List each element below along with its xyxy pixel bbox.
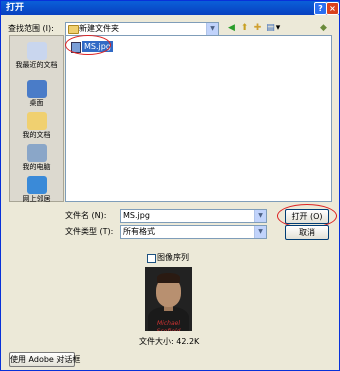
filetype-label: 文件类型 (T): [65, 227, 114, 236]
my-computer-icon [26, 144, 47, 162]
view-menu-arrow-icon[interactable]: ▾ [275, 23, 281, 34]
folder-icon [68, 25, 79, 34]
look-in-dropdown[interactable]: 新建文件夹 ▼ [65, 22, 219, 36]
filename-value: MS.jpg [123, 211, 150, 220]
chevron-down-icon[interactable]: ▼ [254, 210, 266, 222]
place-recent-documents[interactable]: 我最近的文档 [10, 42, 63, 70]
place-desktop[interactable]: 桌面 [10, 80, 63, 108]
filename-label: 文件名 (N): [65, 211, 107, 220]
network-places-icon [26, 176, 47, 194]
place-label: 我最近的文档 [15, 61, 58, 69]
close-button[interactable]: × [326, 2, 339, 15]
image-sequence-checkbox[interactable] [147, 254, 156, 263]
preview-signature: Michael Scofield [157, 320, 181, 331]
use-adobe-dialog-button[interactable]: 使用 Adobe 对话框 [9, 352, 80, 367]
preview-portrait-hair [157, 273, 180, 283]
place-label: 我的电脑 [22, 163, 51, 171]
place-my-computer[interactable]: 我的电脑 [10, 144, 63, 172]
new-folder-icon[interactable]: ✚ [252, 23, 263, 34]
file-highlight-oval [65, 35, 111, 55]
place-label: 网上邻居 [22, 195, 51, 203]
place-label: 桌面 [29, 99, 44, 107]
places-bar: 我最近的文档 桌面 我的文档 我的电脑 网上邻居 [9, 35, 64, 204]
filename-field[interactable]: MS.jpg ▼ [120, 209, 267, 223]
image-sequence-label: 图像序列 [157, 253, 189, 262]
extra-tool-icon[interactable]: ◆ [318, 23, 329, 34]
my-documents-icon [26, 112, 47, 130]
window-title: 打开 [6, 3, 25, 13]
title-bar[interactable]: 打开 ? × [1, 1, 339, 15]
image-preview: Michael Scofield [145, 267, 192, 331]
open-file-dialog: 打开 ? × 查找范围 (I): 新建文件夹 ▼ ◀ ⬆ ✚ ▤ ▾ ◆ 我最近… [0, 0, 340, 371]
filetype-value: 所有格式 [123, 227, 155, 236]
place-my-documents[interactable]: 我的文档 [10, 112, 63, 140]
look-in-label: 查找范围 (I): [8, 24, 54, 33]
look-in-value: 新建文件夹 [79, 24, 119, 33]
chevron-down-icon[interactable]: ▼ [254, 226, 266, 238]
place-label: 我的文档 [22, 131, 51, 139]
cancel-button[interactable]: 取消 [285, 225, 329, 240]
filetype-dropdown[interactable]: 所有格式 ▼ [120, 225, 267, 239]
chevron-down-icon[interactable]: ▼ [206, 23, 218, 35]
place-network[interactable]: 网上邻居 [10, 176, 63, 204]
recent-documents-icon [26, 42, 47, 60]
file-list[interactable]: MS.jpg [65, 35, 332, 202]
up-folder-icon[interactable]: ⬆ [239, 23, 250, 34]
back-icon[interactable]: ◀ [226, 23, 237, 34]
desktop-icon [26, 80, 47, 98]
file-size-label: 文件大小: 42.2K [139, 337, 200, 346]
